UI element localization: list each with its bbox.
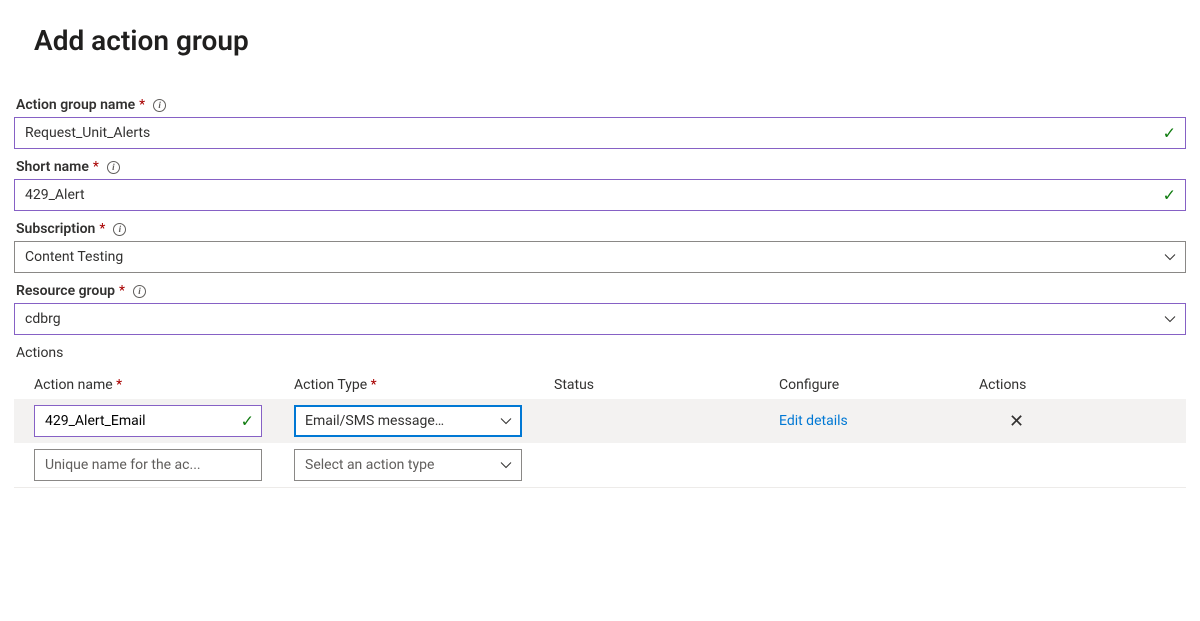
page-title: Add action group <box>34 24 1186 57</box>
col-configure: Configure <box>779 377 979 393</box>
info-icon[interactable]: i <box>153 99 166 112</box>
col-action-name: Action name * <box>34 377 294 393</box>
subscription-dropdown[interactable]: Content Testing <box>14 241 1186 273</box>
table-row: Select an action type <box>14 443 1186 487</box>
label-action-group-name: Action group name * i <box>14 97 1186 117</box>
action-group-name-input[interactable] <box>14 117 1186 149</box>
info-icon[interactable]: i <box>133 285 146 298</box>
label-resource-group: Resource group * i <box>14 283 1186 303</box>
edit-details-link[interactable]: Edit details <box>779 413 848 429</box>
actions-table: Action name * Action Type * Status Confi… <box>14 371 1186 487</box>
col-actions: Actions <box>979 377 1166 393</box>
divider <box>14 487 1186 488</box>
action-name-input[interactable] <box>34 449 262 481</box>
short-name-input[interactable] <box>14 179 1186 211</box>
action-name-input[interactable] <box>34 405 262 437</box>
required-star: * <box>371 377 377 393</box>
col-status: Status <box>554 377 779 393</box>
label-subscription: Subscription * i <box>14 221 1186 241</box>
action-type-dropdown[interactable]: Select an action type <box>294 449 522 481</box>
table-row: ✓ Email/SMS message… Edit details ✕ <box>14 399 1186 443</box>
info-icon[interactable]: i <box>113 223 126 236</box>
required-star: * <box>116 377 122 393</box>
info-icon[interactable]: i <box>107 161 120 174</box>
action-type-dropdown[interactable]: Email/SMS message… <box>294 405 522 437</box>
label-short-name: Short name * i <box>14 159 1186 179</box>
table-header-row: Action name * Action Type * Status Confi… <box>14 371 1186 399</box>
required-star: * <box>99 221 105 237</box>
delete-row-button[interactable]: ✕ <box>1009 411 1024 432</box>
required-star: * <box>93 159 99 175</box>
resource-group-dropdown[interactable]: cdbrg <box>14 303 1186 335</box>
required-star: * <box>139 97 145 113</box>
required-star: * <box>119 283 125 299</box>
actions-section-header: Actions <box>16 345 1186 361</box>
col-action-type: Action Type * <box>294 377 554 393</box>
